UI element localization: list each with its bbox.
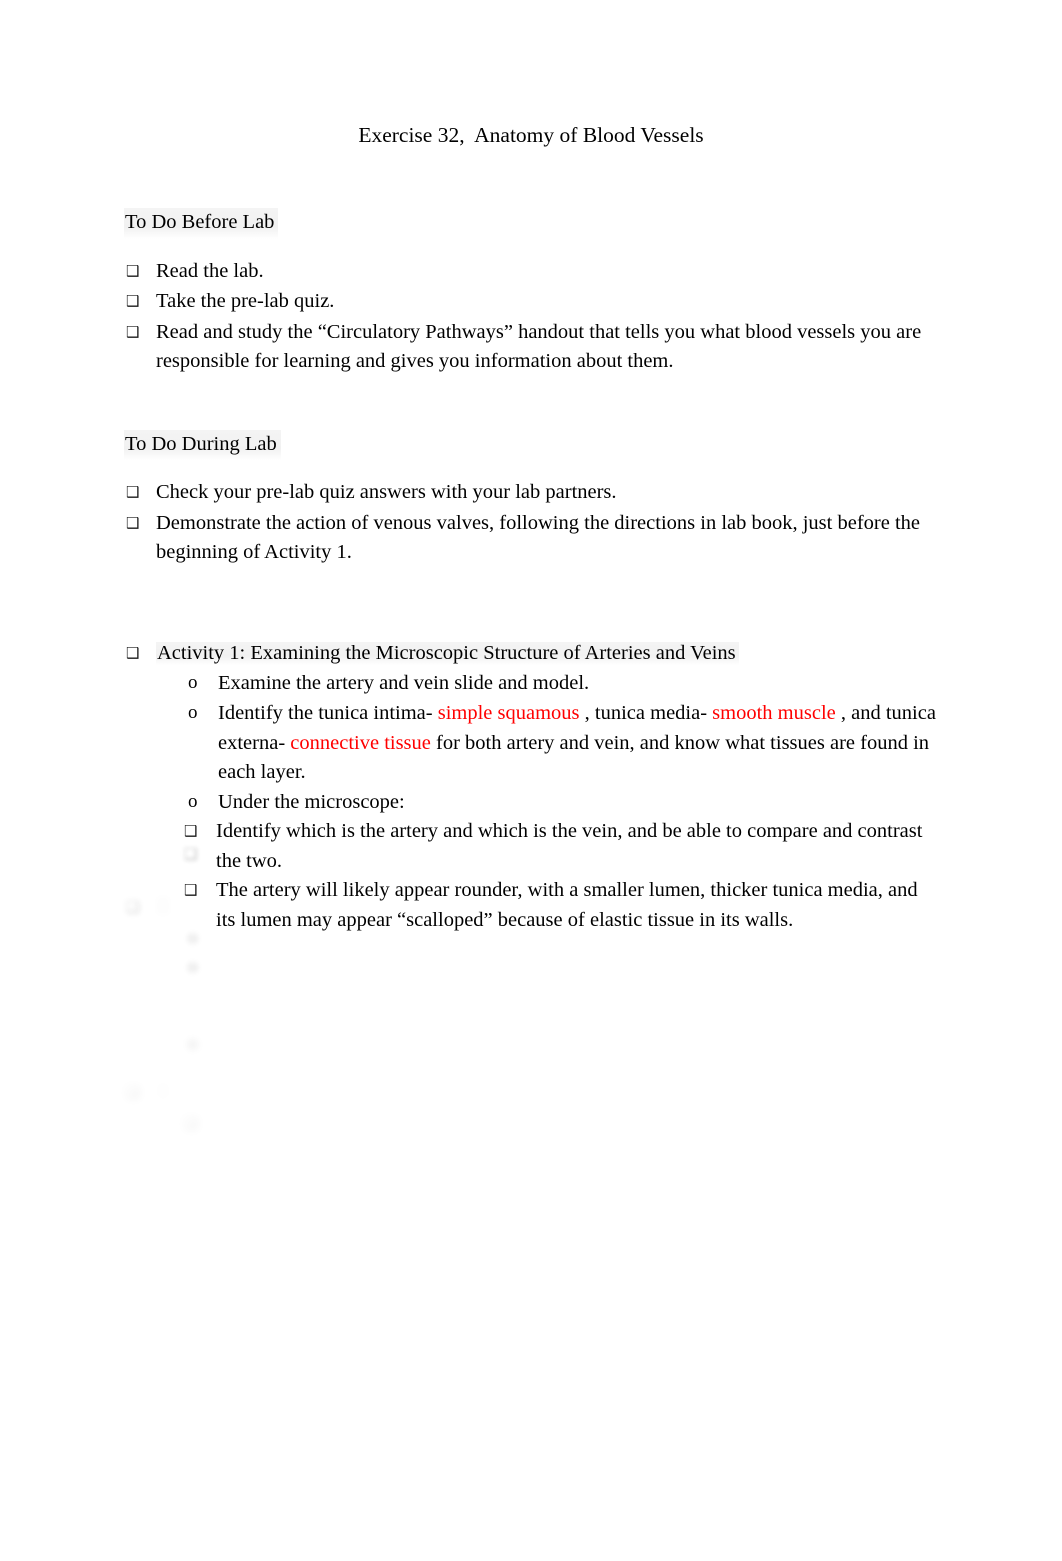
document-body: To Do Before Lab ❑ Read the lab. ❑ Take … — [124, 208, 938, 935]
tunica-intima-label: Identify the tunica intima- — [218, 701, 438, 724]
list-item-text: Take the pre-lab quiz. — [156, 290, 335, 313]
section-activity-1: ❑ Activity 1: Examining the Microscopic … — [124, 639, 938, 935]
tunica-media-label: , tunica media- — [579, 701, 713, 724]
bullet-icon: ❑ — [184, 845, 198, 863]
sub-bullet-icon: o — [188, 790, 198, 812]
list-item-text: Examine the artery and vein slide and mo… — [218, 672, 590, 695]
section-heading: To Do Before Lab — [124, 208, 279, 239]
bullet-icon: ❑ — [126, 643, 140, 662]
obscured-sub-list: o — [124, 1030, 954, 1060]
document-page: Exercise 32, Anatomy of Blood Vessels To… — [0, 0, 1062, 1561]
list-item: o Examine the artery and vein slide and … — [188, 669, 938, 699]
activity-1-heading-item: ❑ Activity 1: Examining the Microscopic … — [124, 639, 938, 669]
sub-bullet-icon: o — [188, 1033, 198, 1054]
tissue-term-smooth-muscle: smooth muscle — [712, 701, 836, 724]
obscured-text — [216, 843, 226, 865]
obscured-text — [218, 956, 228, 978]
obscured-text — [218, 1033, 228, 1055]
bullet-icon: ❑ — [126, 292, 140, 311]
during-lab-list: ❑ Check your pre-lab quiz answers with y… — [124, 478, 938, 568]
list-item: o Under the microscope: — [188, 788, 938, 818]
obscured-content-block: o — [124, 1030, 954, 1060]
activity-1-sub-list: o Examine the artery and vein slide and … — [124, 669, 938, 817]
list-item-text: Under the microscope: — [218, 790, 405, 813]
obscured-line: ❑ — [124, 1078, 954, 1108]
bullet-icon: ❑ — [126, 322, 140, 341]
list-item-tunica-layers: o Identify the tunica intima- simple squ… — [188, 699, 938, 788]
obscured-list: ❑ — [124, 1078, 954, 1108]
list-item-text: Check your pre-lab quiz answers with you… — [156, 481, 617, 504]
obscured-content-block: ❑ ❑ — [124, 1078, 954, 1138]
obscured-line: o — [188, 953, 954, 983]
list-item-text: Read and study the “Circulatory Pathways… — [156, 320, 922, 373]
section-heading: To Do During Lab — [124, 429, 281, 461]
activity-1-heading: Activity 1: Examining the Microscopic St… — [156, 641, 739, 665]
tissue-term-connective-tissue: connective tissue — [290, 731, 431, 754]
list-item: ❑ Take the pre-lab quiz. — [124, 287, 938, 317]
section-to-do-before-lab: To Do Before Lab ❑ Read the lab. ❑ Take … — [124, 208, 938, 377]
bullet-icon: ❑ — [126, 513, 140, 532]
sub-bullet-icon: o — [188, 672, 198, 694]
bullet-icon: ❑ — [126, 898, 140, 916]
list-item-text: Read the lab. — [156, 259, 264, 282]
sub-bullet-icon: o — [188, 701, 198, 723]
sub-bullet-icon: o — [188, 926, 198, 948]
obscured-sub-list: ❑ — [124, 1109, 954, 1139]
obscured-line: ❑ — [184, 1109, 954, 1139]
obscured-content-block: ❑ o o — [124, 893, 954, 983]
bullet-icon: ❑ — [126, 1083, 140, 1101]
obscured-text — [218, 927, 228, 949]
obscured-heading — [156, 1081, 171, 1104]
bullet-icon: ❑ — [184, 1113, 198, 1132]
obscured-line: o — [188, 1030, 954, 1060]
obscured-line: ❑ — [124, 893, 954, 923]
list-item: ❑ Read the lab. — [124, 257, 938, 287]
list-item: ❑ Read and study the “Circulatory Pathwa… — [124, 318, 938, 377]
obscured-heading — [156, 896, 171, 919]
section-to-do-during-lab: To Do During Lab ❑ Check your pre-lab qu… — [124, 429, 938, 568]
bullet-icon: ❑ — [126, 483, 140, 502]
obscured-line: ❑ — [184, 840, 954, 870]
list-item-text: Demonstrate the action of venous valves,… — [156, 511, 921, 564]
bullet-icon: ❑ — [126, 261, 140, 280]
obscured-content-block: ❑ — [124, 840, 954, 870]
list-item: ❑ Demonstrate the action of venous valve… — [124, 509, 938, 568]
page-title: Exercise 32, Anatomy of Blood Vessels — [358, 123, 704, 147]
activity-1-list: ❑ Activity 1: Examining the Microscopic … — [124, 639, 938, 669]
before-lab-list: ❑ Read the lab. ❑ Take the pre-lab quiz.… — [124, 257, 938, 377]
list-item: ❑ Check your pre-lab quiz answers with y… — [124, 478, 938, 508]
obscured-line: o — [188, 924, 954, 954]
obscured-text — [216, 1112, 226, 1134]
obscured-sub-list: o o — [124, 924, 954, 983]
sub-bullet-icon: o — [188, 956, 198, 978]
tissue-term-simple-squamous: simple squamous — [437, 701, 580, 724]
obscured-list: ❑ — [124, 840, 954, 870]
obscured-list: ❑ — [124, 893, 954, 923]
